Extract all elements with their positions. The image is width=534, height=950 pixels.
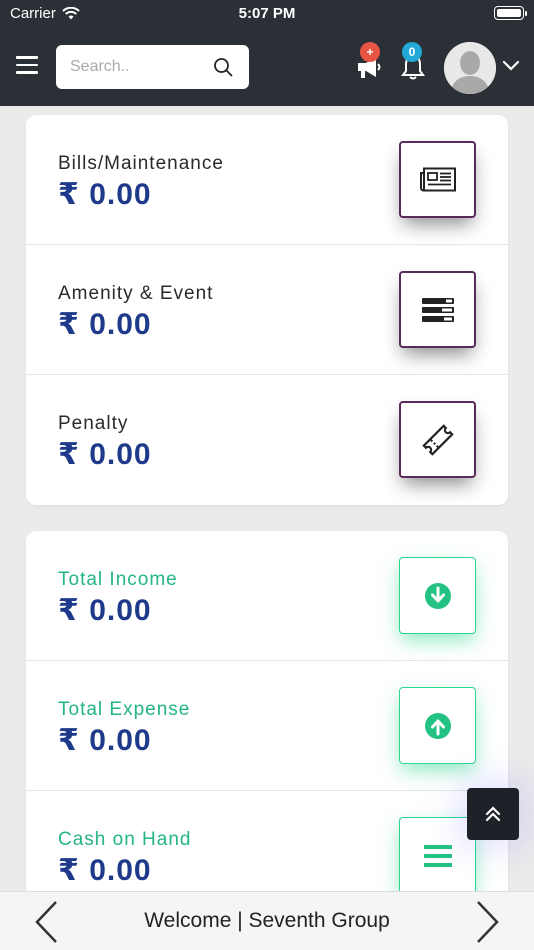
penalty-row[interactable]: Penalty ₹ 0.00 xyxy=(26,375,508,505)
row-label: Cash on Hand xyxy=(58,829,192,850)
cash-tile-button[interactable] xyxy=(399,817,476,894)
expense-tile-button[interactable] xyxy=(399,687,476,764)
ticket-icon xyxy=(421,423,454,456)
row-amount: ₹ 0.00 xyxy=(58,178,152,211)
arrow-down-circle-icon xyxy=(424,582,451,609)
avatar[interactable] xyxy=(444,42,496,94)
chevron-down-icon[interactable] xyxy=(502,58,520,72)
row-label: Bills/Maintenance xyxy=(58,153,224,174)
newspaper-icon xyxy=(419,167,456,191)
status-bar: Carrier 5:07 PM xyxy=(0,0,534,28)
row-label: Total Income xyxy=(58,569,178,590)
row-amount: ₹ 0.00 xyxy=(58,854,152,887)
penalty-tile-button[interactable] xyxy=(399,401,476,478)
row-amount: ₹ 0.00 xyxy=(58,308,152,341)
row-amount: ₹ 0.00 xyxy=(58,438,152,471)
bars-icon xyxy=(423,844,452,867)
announcement-badge: + xyxy=(360,42,380,62)
app-header: Carrier 5:07 PM + 0 xyxy=(0,0,534,106)
row-label: Amenity & Event xyxy=(58,283,214,304)
row-amount: ₹ 0.00 xyxy=(58,594,152,627)
scroll-to-top-button[interactable] xyxy=(467,788,519,840)
footer-nav-bar: Welcome | Seventh Group xyxy=(0,891,534,950)
server-list-icon xyxy=(421,297,454,322)
user-silhouette-icon xyxy=(444,42,496,94)
search-icon[interactable] xyxy=(213,57,233,77)
income-tile-button[interactable] xyxy=(399,557,476,634)
hamburger-menu-icon[interactable] xyxy=(16,56,38,76)
row-label: Penalty xyxy=(58,413,129,434)
clock: 5:07 PM xyxy=(238,5,296,22)
battery-icon xyxy=(494,6,527,20)
welcome-title: Welcome | Seventh Group xyxy=(144,909,390,932)
bills-tile-button[interactable] xyxy=(399,141,476,218)
row-amount: ₹ 0.00 xyxy=(58,724,152,757)
finance-summary-card: Total Income ₹ 0.00 Total Expense ₹ 0.00… xyxy=(26,531,508,931)
dues-summary-card: Bills/Maintenance ₹ 0.00 Amenity & Event… xyxy=(26,115,508,505)
amenity-event-row[interactable]: Amenity & Event ₹ 0.00 xyxy=(26,245,508,375)
amenity-tile-button[interactable] xyxy=(399,271,476,348)
total-income-row[interactable]: Total Income ₹ 0.00 xyxy=(26,531,508,661)
arrow-up-circle-icon xyxy=(424,712,451,739)
double-chevron-up-icon xyxy=(485,806,501,822)
search-input[interactable] xyxy=(70,58,200,76)
bills-maintenance-row[interactable]: Bills/Maintenance ₹ 0.00 xyxy=(26,115,508,245)
search-box xyxy=(56,45,249,89)
total-expense-row[interactable]: Total Expense ₹ 0.00 xyxy=(26,661,508,791)
notification-badge: 0 xyxy=(402,42,422,62)
chevron-right-icon[interactable] xyxy=(472,900,502,944)
row-label: Total Expense xyxy=(58,699,191,720)
